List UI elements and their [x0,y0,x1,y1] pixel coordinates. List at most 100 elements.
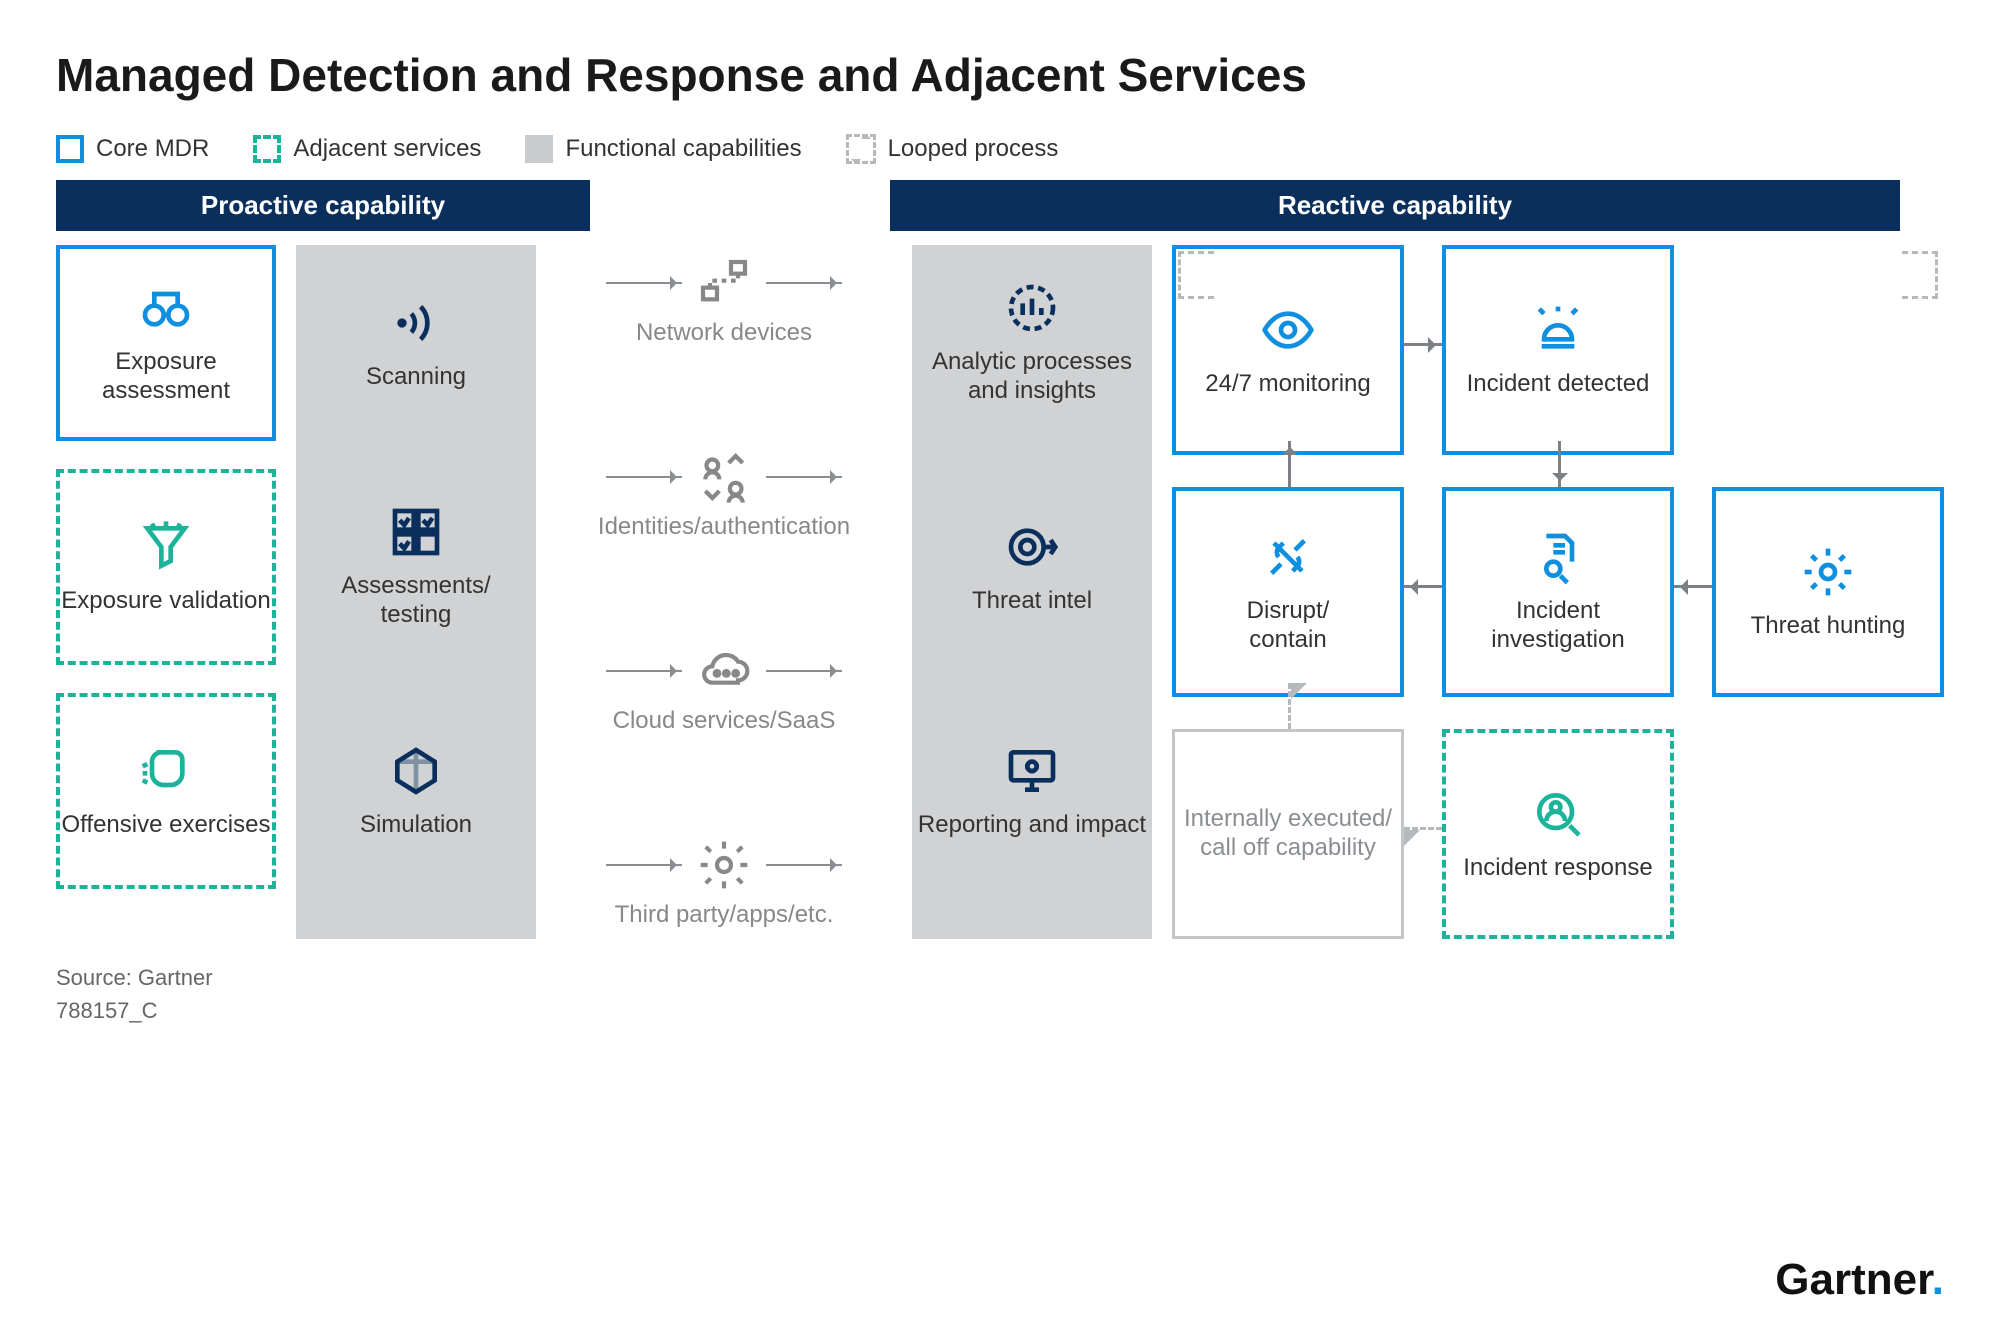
internally-executed-box: Internally executed/ call off capability [1172,729,1404,939]
box-label: Simulation [360,811,472,840]
checklist-icon [388,504,444,560]
box-label: Incident investigation [1446,597,1670,655]
cloud-icon [696,643,752,699]
box-label: Disrupt/ contain [1247,597,1330,655]
flow-label: Third party/apps/etc. [615,901,834,929]
alert-bell-icon [1530,302,1586,358]
box-label: Threat hunting [1751,612,1906,641]
assessments-box: Assessments/ testing [296,469,536,665]
reactive-func-panel: Analytic processes and insights Threat i… [912,245,1152,939]
proactive-func-panel: Scanning Assessments/ testing Simulation [296,245,536,939]
scanning-box: Scanning [296,245,536,441]
legend-label: Adjacent services [293,135,481,163]
source-label: Source: Gartner [56,961,1944,994]
disconnect-icon [1260,529,1316,585]
diagram-body: Exposure assessment Exposure validation … [56,245,1944,939]
brand-dot-icon: . [1932,1255,1944,1304]
flow-cloud: Cloud services/SaaS [556,643,892,735]
loop-icon [846,134,876,164]
proactive-left-col: Exposure assessment Exposure validation … [56,245,276,939]
proactive-header: Proactive capability [56,180,590,231]
flow-third-party: Third party/apps/etc. [556,837,892,929]
arrow-icon [606,864,682,866]
flow-column: Network devices Identities/authenticatio… [556,245,892,939]
box-label: Assessments/ testing [341,572,490,630]
connector-arrow [1404,343,1442,346]
arrow-icon [606,282,682,284]
legend-label: Core MDR [96,135,209,163]
brand-text: Gartner [1775,1255,1932,1304]
filter-icon [138,519,194,575]
analytics-box: Analytic processes and insights [912,245,1152,441]
reactive-header: Reactive capability [890,180,1900,231]
connector-arrow [1558,441,1561,487]
legend-adjacent: Adjacent services [253,135,481,163]
flow-label: Network devices [636,319,812,347]
figure-id: 788157_C [56,994,1944,1027]
legend-core: Core MDR [56,135,209,163]
legend: Core MDR Adjacent services Functional ca… [56,134,1944,164]
box-label: Scanning [366,363,466,392]
box-label: Offensive exercises [62,811,271,840]
document-search-icon [1530,529,1586,585]
square-icon [56,135,84,163]
arrow-icon [766,282,842,284]
arrow-icon [766,864,842,866]
legend-label: Functional capabilities [565,135,801,163]
brand-logo: Gartner. [1775,1255,1944,1305]
box-label: Exposure assessment [60,348,272,406]
arrow-icon [766,670,842,672]
box-label: Incident detected [1467,370,1650,399]
analytics-icon [1004,280,1060,336]
loop-marker-icon [1902,251,1938,299]
eye-icon [1260,302,1316,358]
arrow-icon [606,670,682,672]
connector-arrow [1674,585,1712,588]
flow-network: Network devices [556,255,892,347]
signal-icon [388,295,444,351]
legend-functional: Functional capabilities [525,135,801,163]
reporting-box: Reporting and impact [912,693,1152,889]
monitor-icon [1004,743,1060,799]
threat-intel-box: Threat intel [912,469,1152,665]
exposure-validation-box: Exposure validation [56,469,276,665]
connector-arrow [1288,441,1291,487]
legend-label: Looped process [888,135,1059,163]
radar-node-icon [1800,544,1856,600]
incident-detected-box: Incident detected [1442,245,1674,455]
arrow-icon [766,476,842,478]
disrupt-box: Disrupt/ contain [1172,487,1404,697]
box-label: 24/7 monitoring [1205,370,1370,399]
box-label: Threat intel [972,587,1092,616]
footer: Source: Gartner 788157_C [56,961,1944,1027]
box-label: Internally executed/ call off capability [1184,805,1392,863]
box-label: Incident response [1463,854,1652,883]
boxing-glove-icon [138,743,194,799]
incident-response-box: Incident response [1442,729,1674,939]
box-label: Analytic processes and insights [912,348,1152,406]
flow-label: Identities/authentication [598,513,850,541]
connector-dashed [1404,827,1442,830]
flow-identities: Identities/authentication [556,449,892,541]
reactive-grid: 24/7 monitoring Incident detected Disrup… [1172,245,1944,939]
box-label: Reporting and impact [918,811,1146,840]
exposure-assessment-box: Exposure assessment [56,245,276,441]
dashed-square-icon [253,135,281,163]
loop-marker-icon [1178,251,1214,299]
identity-icon [696,449,752,505]
legend-looped: Looped process [846,134,1059,164]
filled-square-icon [525,135,553,163]
connector-arrow [1404,585,1442,588]
investigation-box: Incident investigation [1442,487,1674,697]
cube-icon [388,743,444,799]
gear-icon [696,837,752,893]
offensive-exercises-box: Offensive exercises [56,693,276,889]
target-icon [1004,519,1060,575]
connector-dashed [1288,683,1291,729]
flow-label: Cloud services/SaaS [613,707,836,735]
binoculars-icon [138,280,194,336]
diagram-title: Managed Detection and Response and Adjac… [56,48,1944,102]
threat-hunting-box: Threat hunting [1712,487,1944,697]
box-label: Exposure validation [61,587,270,616]
network-icon [696,255,752,311]
